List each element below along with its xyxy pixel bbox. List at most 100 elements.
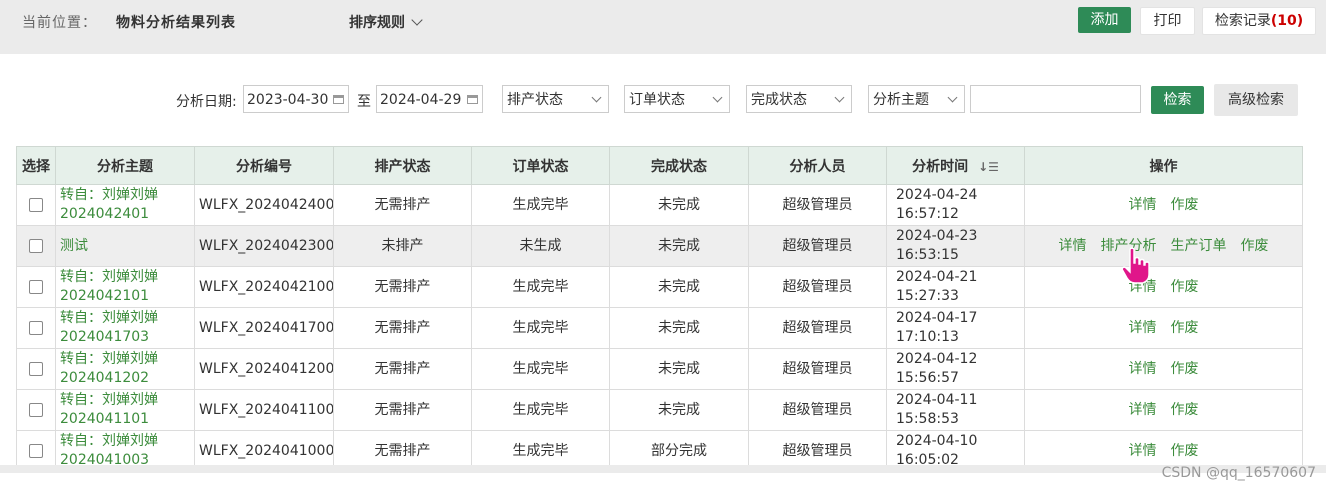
- row-topic[interactable]: 测试: [55, 225, 195, 267]
- schedule-status-select[interactable]: 排产状态: [502, 85, 609, 113]
- header-topic: 分析主题: [55, 146, 195, 185]
- print-button[interactable]: 打印: [1140, 7, 1195, 35]
- row-action-link[interactable]: 作废: [1171, 443, 1199, 459]
- search-records-button[interactable]: 检索记录(10): [1202, 7, 1316, 35]
- row-complete-status: 未完成: [609, 184, 749, 226]
- row-person: 超级管理员: [748, 307, 887, 349]
- row-person: 超级管理员: [748, 266, 887, 308]
- chevron-down-icon: [834, 92, 845, 103]
- row-action-link[interactable]: 详情: [1129, 320, 1157, 336]
- row-code: WLFX_20240421001: [194, 266, 334, 308]
- row-checkbox[interactable]: [29, 197, 43, 212]
- page-title: 物料分析结果列表: [116, 15, 236, 31]
- header-time[interactable]: 分析时间 ↓☰: [886, 146, 1025, 185]
- breadcrumb-label: 当前位置：: [22, 15, 97, 31]
- table-row[interactable]: 测试 WLFX_20240423001 未排产 未生成 未完成 超级管理员 2024-04-…: [16, 225, 1303, 267]
- header-code: 分析编号: [194, 146, 334, 185]
- row-schedule-status: 无需排产: [333, 307, 472, 349]
- sort-rule-dropdown[interactable]: 排序规则: [349, 12, 423, 32]
- row-person: 超级管理员: [748, 225, 887, 267]
- row-action-link[interactable]: 详情: [1129, 443, 1157, 459]
- schedule-status-value: 排产状态: [507, 92, 563, 108]
- row-topic[interactable]: 转自：刘婵刘婵2024041101: [55, 389, 195, 431]
- row-actions: 详情 作废: [1024, 389, 1303, 431]
- table-row[interactable]: 转自：刘婵刘婵2024041202 WLFX_20240412001 无需排产 生成完…: [16, 348, 1303, 390]
- chevron-down-icon: [947, 92, 958, 103]
- date-from-value: 2023-04-30: [247, 92, 329, 108]
- results-table: 选择 分析主题 分析编号 排产状态 订单状态 完成状态 分析人员 分析时间 ↓☰ …: [16, 146, 1303, 472]
- chevron-down-icon: [411, 14, 423, 26]
- row-complete-status: 未完成: [609, 266, 749, 308]
- row-topic[interactable]: 转自：刘婵刘婵2024042401: [55, 184, 195, 226]
- row-topic[interactable]: 转自：刘婵刘婵2024041202: [55, 348, 195, 390]
- row-select-cell: [16, 307, 56, 349]
- row-complete-status: 未完成: [609, 348, 749, 390]
- table-header-row: 选择 分析主题 分析编号 排产状态 订单状态 完成状态 分析人员 分析时间 ↓☰ …: [16, 146, 1303, 185]
- row-actions: 详情 排产分析 生产订单 作废: [1024, 225, 1303, 267]
- table-row[interactable]: 转自：刘婵刘婵2024042401 WLFX_20240424001 无需排产 生成完…: [16, 184, 1303, 226]
- table-row[interactable]: 转自：刘婵刘婵2024041703 WLFX_20240417001 无需排产 生成完…: [16, 307, 1303, 349]
- header-order-status: 订单状态: [471, 146, 610, 185]
- topic-select[interactable]: 分析主题: [868, 85, 965, 113]
- date-to-separator: 至: [357, 94, 371, 110]
- row-time: 2024-04-12 15:56:57: [886, 348, 1025, 390]
- row-order-status: 生成完毕: [471, 389, 610, 431]
- complete-status-select[interactable]: 完成状态: [746, 85, 852, 113]
- row-action-link[interactable]: 详情: [1129, 197, 1157, 213]
- row-action-link[interactable]: 作废: [1171, 402, 1199, 418]
- date-to-field[interactable]: 2024-04-29: [376, 85, 483, 113]
- row-action-link[interactable]: 作废: [1171, 279, 1199, 295]
- row-checkbox[interactable]: [29, 402, 43, 417]
- row-code: WLFX_20240423001: [194, 225, 334, 267]
- row-time: 2024-04-11 15:58:53: [886, 389, 1025, 431]
- table-row[interactable]: 转自：刘婵刘婵2024042101 WLFX_20240421001 无需排产 生成完…: [16, 266, 1303, 308]
- row-schedule-status: 无需排产: [333, 389, 472, 431]
- row-complete-status: 未完成: [609, 307, 749, 349]
- header-actions: 操作: [1024, 146, 1303, 185]
- topic-value: 分析主题: [873, 92, 929, 108]
- date-label: 分析日期:: [176, 94, 237, 110]
- search-input[interactable]: [970, 85, 1141, 113]
- row-topic[interactable]: 转自：刘婵刘婵2024042101: [55, 266, 195, 308]
- row-topic[interactable]: 转自：刘婵刘婵2024041703: [55, 307, 195, 349]
- header-person: 分析人员: [748, 146, 887, 185]
- header-complete-status: 完成状态: [609, 146, 749, 185]
- row-action-link[interactable]: 详情: [1129, 361, 1157, 377]
- search-button[interactable]: 检索: [1151, 86, 1204, 114]
- row-action-link[interactable]: 详情: [1059, 238, 1087, 254]
- add-button[interactable]: 添加: [1078, 7, 1131, 33]
- date-from-field[interactable]: 2023-04-30: [243, 85, 349, 113]
- row-action-link[interactable]: 作废: [1171, 197, 1199, 213]
- row-actions: 详情 作废: [1024, 348, 1303, 390]
- row-checkbox[interactable]: [29, 320, 43, 335]
- row-complete-status: 未完成: [609, 225, 749, 267]
- row-checkbox[interactable]: [29, 238, 43, 253]
- row-code: WLFX_20240417001: [194, 307, 334, 349]
- row-time: 2024-04-24 16:57:12: [886, 184, 1025, 226]
- calendar-icon: [333, 95, 344, 104]
- row-checkbox[interactable]: [29, 443, 43, 458]
- header-time-label: 分析时间: [912, 158, 969, 175]
- table-row[interactable]: 转自：刘婵刘婵2024041101 WLFX_20240411001 无需排产 生成完…: [16, 389, 1303, 431]
- row-checkbox[interactable]: [29, 279, 43, 294]
- advanced-search-button[interactable]: 高级检索: [1214, 84, 1298, 116]
- row-action-link[interactable]: 作废: [1171, 361, 1199, 377]
- header-schedule-status: 排产状态: [333, 146, 472, 185]
- hand-pointer-icon: [1121, 247, 1150, 284]
- row-action-link[interactable]: 详情: [1129, 402, 1157, 418]
- row-checkbox[interactable]: [29, 361, 43, 376]
- row-time: 2024-04-17 17:10:13: [886, 307, 1025, 349]
- sort-descending-icon[interactable]: ↓☰: [978, 160, 999, 174]
- chevron-down-icon: [712, 92, 723, 103]
- row-action-link[interactable]: 作废: [1241, 238, 1269, 254]
- row-select-cell: [16, 225, 56, 267]
- filter-bar: 分析日期: 2023-04-30 至 2024-04-29 排产状态 订单状态 …: [0, 84, 1326, 116]
- calendar-icon: [467, 95, 478, 104]
- row-order-status: 生成完毕: [471, 266, 610, 308]
- order-status-select[interactable]: 订单状态: [624, 85, 730, 113]
- row-action-link[interactable]: 作废: [1171, 320, 1199, 336]
- row-select-cell: [16, 348, 56, 390]
- row-schedule-status: 无需排产: [333, 266, 472, 308]
- date-to-value: 2024-04-29: [380, 92, 462, 108]
- row-action-link[interactable]: 生产订单: [1171, 238, 1227, 254]
